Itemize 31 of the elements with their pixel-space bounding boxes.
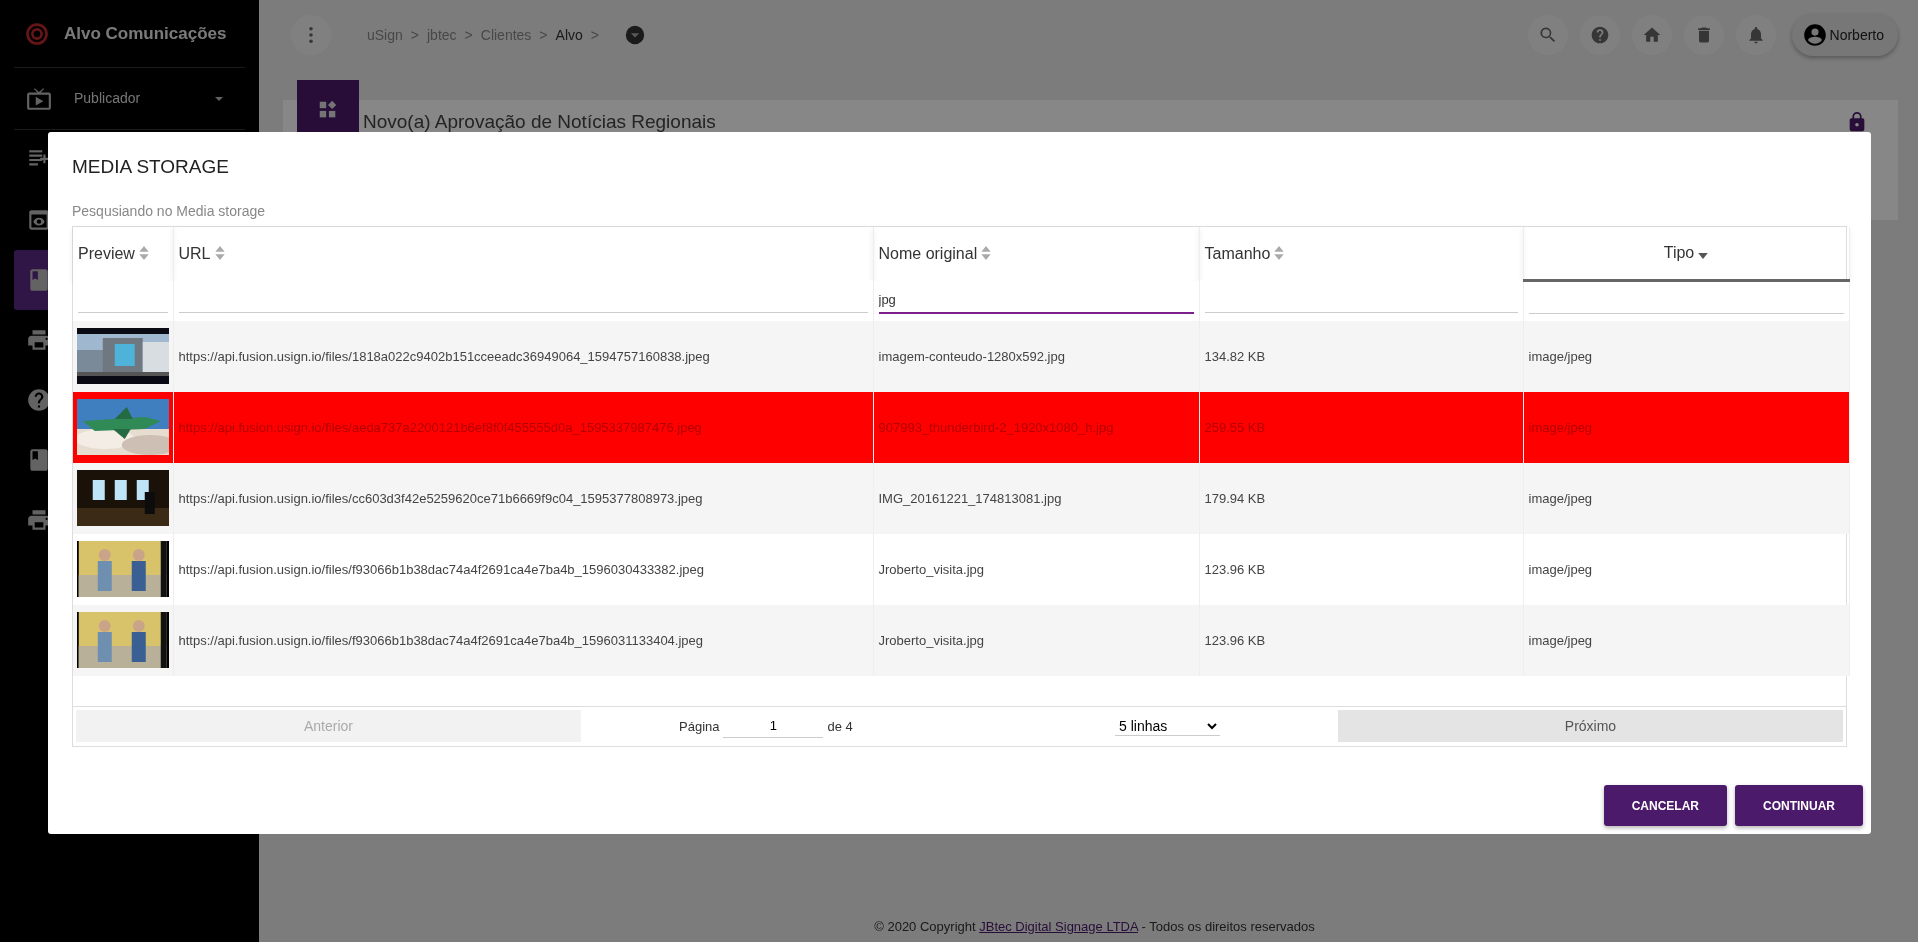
breadcrumb-separator: > <box>590 25 599 45</box>
table-cell: IMG_20161221_174813081.jpg <box>878 490 1062 506</box>
table-cell: imagem-conteudo-1280x592.jpg <box>878 348 1065 364</box>
page-label: Página <box>679 717 720 736</box>
table-cell: Jroberto_visita.jpg <box>878 561 984 577</box>
table-cell: image/jpeg <box>1528 632 1593 648</box>
table-cell: https://api.fusion.usign.io/files/f93066b1b38dac74a4f2691ca4e7ba4b_1596030433382.jpeg <box>178 561 704 577</box>
table-cell: image/jpeg <box>1528 419 1593 435</box>
breadcrumb-separator: > <box>410 25 419 45</box>
breadcrumb-separator: > <box>539 25 548 45</box>
table-cell: image/jpeg <box>1528 490 1593 506</box>
table-cell: https://api.fusion.usign.io/files/aeda737a2200121b6ef8f0f455555d0a_1595337987476.jpeg <box>178 419 702 435</box>
table-cell: Jroberto_visita.jpg <box>878 632 984 648</box>
breadcrumb-separator: > <box>464 25 473 45</box>
page-count: de 4 <box>827 717 853 736</box>
table-cell: image/jpeg <box>1528 561 1593 577</box>
table-cell: 123.96 KB <box>1204 632 1266 648</box>
table-cell: https://api.fusion.usign.io/files/1818a022c9402b151cceeadc36949064_1594757160838.jpeg <box>178 348 710 364</box>
table-cell: https://api.fusion.usign.io/files/cc603d3f42e5259620ce71b6669f9c04_1595377808973.jpeg <box>178 490 703 506</box>
brand-name: Alvo Comunicações <box>64 22 227 45</box>
footer-text: © 2020 Copyright JBtec Digital Signage LTDA - Todos os direitos reservados <box>873 917 1316 936</box>
table-cell: https://api.fusion.usign.io/files/f93066b1b38dac74a4f2691ca4e7ba4b_1596031133404.jpeg <box>178 632 704 648</box>
table-cell: 123.96 KB <box>1204 561 1266 577</box>
table-cell: 907993_thunderbird-2_1920x1080_h.jpg <box>878 419 1114 435</box>
table-cell: 134.82 KB <box>1204 348 1266 364</box>
table-cell: image/jpeg <box>1528 348 1593 364</box>
table-cell: 259.55 KB <box>1204 419 1266 435</box>
modal-title: MEDIA STORAGE <box>72 156 230 179</box>
search-caption: Pesqusiando no Media storage <box>72 201 267 221</box>
card-title: Novo(a) Aprovação de Notícias Regionais <box>363 110 717 134</box>
table-cell: 179.94 KB <box>1204 490 1266 506</box>
